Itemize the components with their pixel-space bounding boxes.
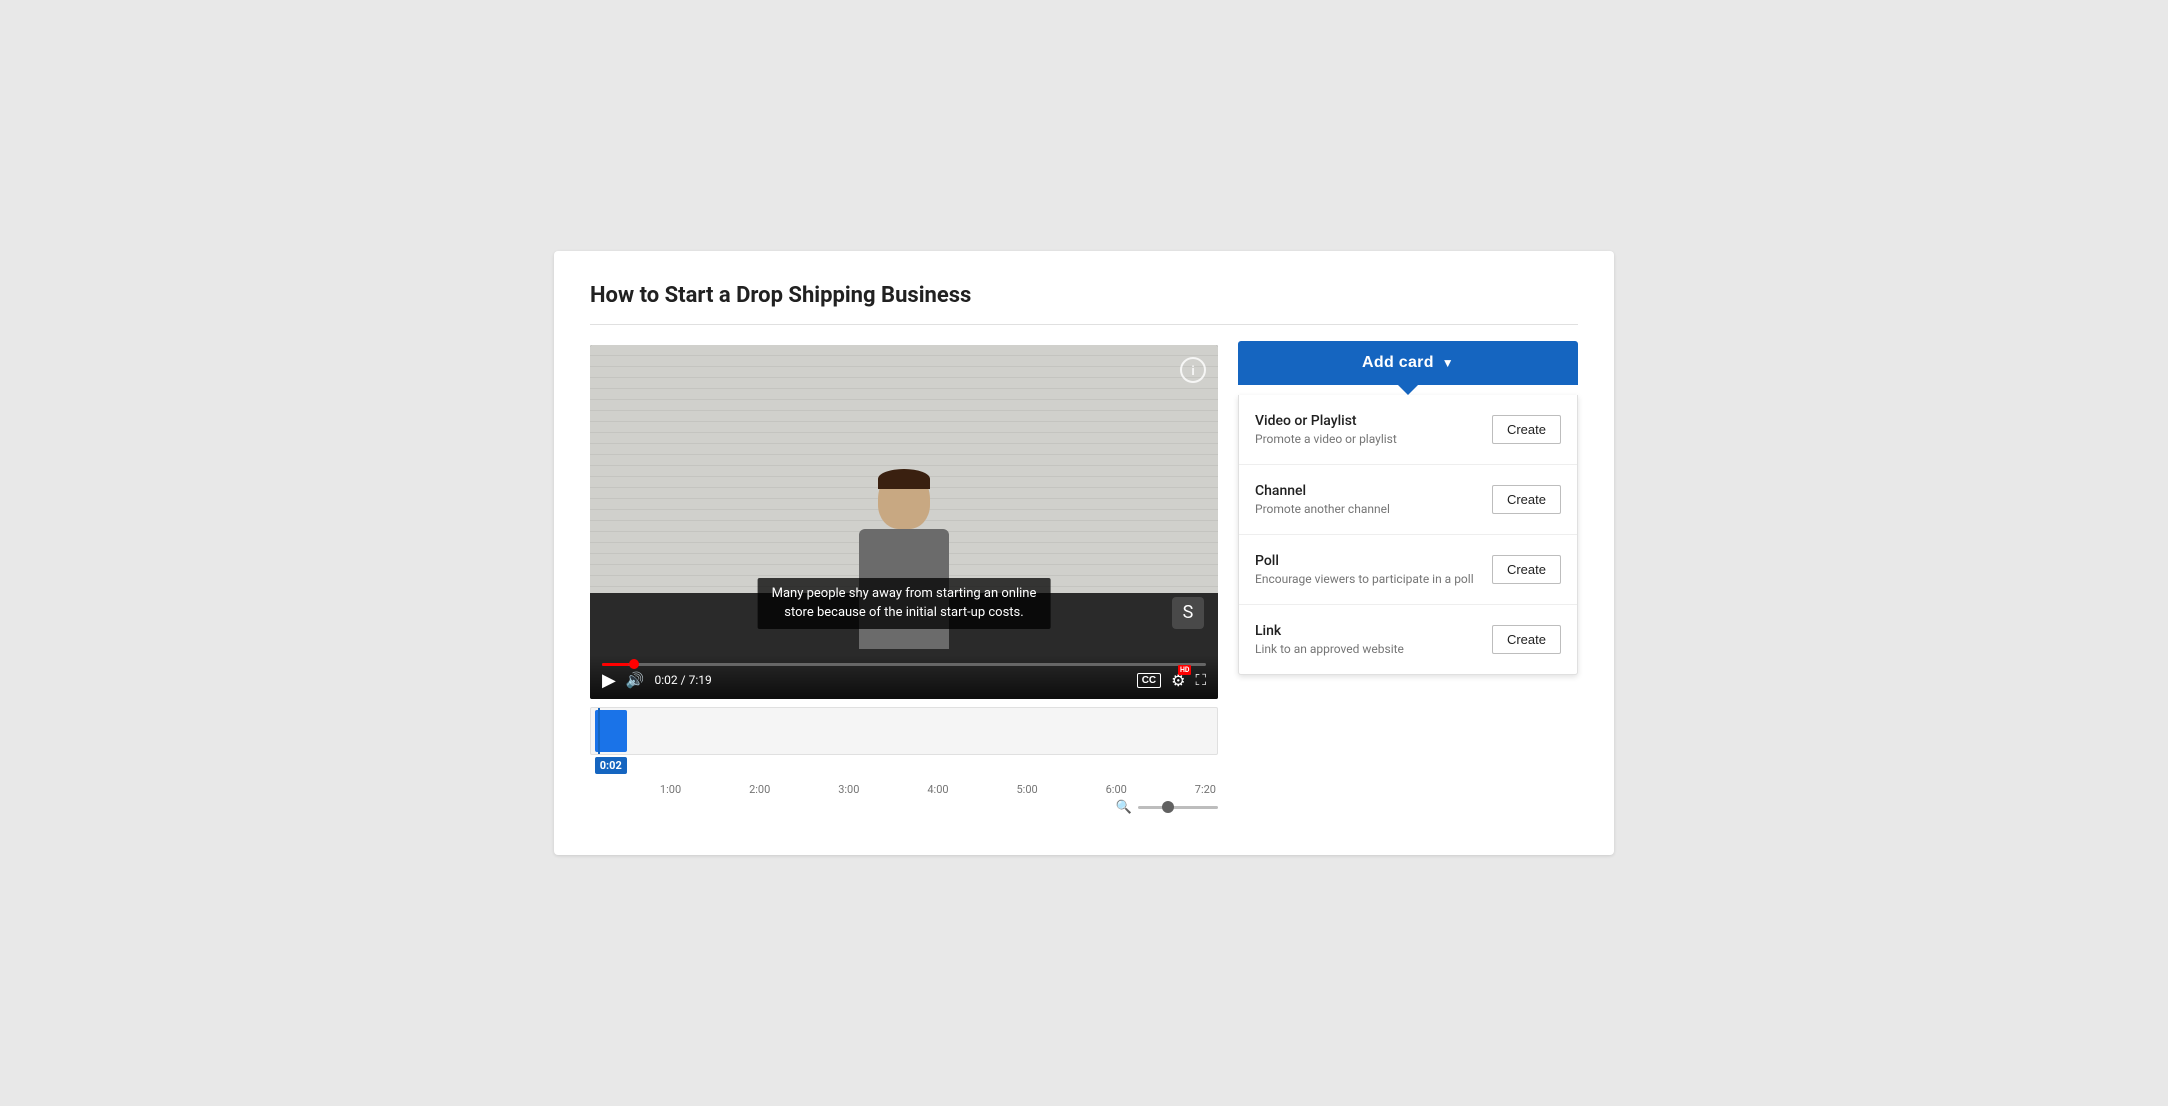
card-option-poll-text: Poll Encourage viewers to participate in… (1255, 553, 1474, 586)
settings-button[interactable]: ⚙ HD (1171, 671, 1185, 690)
card-option-poll[interactable]: Poll Encourage viewers to participate in… (1239, 535, 1577, 605)
video-time: 0:02 / 7:19 (655, 673, 712, 687)
controls-row: ▶ 🔊 0:02 / 7:19 CC ⚙ HD (602, 670, 1206, 691)
card-option-video-desc: Promote a video or playlist (1255, 432, 1397, 446)
shopify-logo: S (1172, 597, 1204, 629)
timeline-timestamp: 0:02 (595, 757, 627, 774)
label-1: 1:00 (660, 783, 681, 796)
label-2: 2:00 (749, 783, 770, 796)
dropdown-caret (1398, 385, 1418, 395)
zoom-slider[interactable] (1138, 806, 1218, 809)
video-controls: ▶ 🔊 0:02 / 7:19 CC ⚙ HD (590, 655, 1218, 699)
progress-fill (602, 663, 629, 666)
page-title: How to Start a Drop Shipping Business (590, 283, 1578, 308)
zoom-knob[interactable] (1162, 801, 1174, 813)
card-option-video-text: Video or Playlist Promote a video or pla… (1255, 413, 1397, 446)
time-separator: / (681, 673, 689, 687)
caption-line1: Many people shy away from starting an on… (772, 586, 1037, 601)
label-6: 6:00 (1106, 783, 1127, 796)
title-divider (590, 324, 1578, 325)
label-3: 3:00 (838, 783, 859, 796)
video-section: i S Many people shy away from starting a… (590, 345, 1218, 814)
caption-line2: store because of the initial start-up co… (784, 605, 1023, 620)
card-option-link-title: Link (1255, 623, 1404, 639)
label-4: 4:00 (927, 783, 948, 796)
time-current: 0:02 (655, 673, 678, 687)
hd-badge: HD (1178, 665, 1192, 675)
time-total: 7:19 (689, 673, 712, 687)
card-option-link-text: Link Link to an approved website (1255, 623, 1404, 656)
timeline-section: 0:02 1:00 2:00 3:00 4:00 5:00 6:00 7:20 … (590, 707, 1218, 815)
main-content: i S Many people shy away from starting a… (590, 345, 1578, 814)
dropdown-arrow-icon: ▼ (1442, 356, 1454, 370)
create-channel-button[interactable]: Create (1492, 485, 1561, 514)
timeline-bar[interactable]: 0:02 (590, 707, 1218, 755)
card-options-list: Video or Playlist Promote a video or pla… (1238, 395, 1578, 675)
card-option-link[interactable]: Link Link to an approved website Create (1239, 605, 1577, 674)
play-button[interactable]: ▶ (602, 670, 616, 691)
main-container: How to Start a Drop Shipping Business i … (554, 251, 1614, 854)
card-option-channel-title: Channel (1255, 483, 1390, 499)
card-option-channel[interactable]: Channel Promote another channel Create (1239, 465, 1577, 535)
person-hair (878, 469, 930, 489)
label-5: 5:00 (1016, 783, 1037, 796)
progress-bar[interactable] (602, 663, 1206, 666)
card-option-video-playlist[interactable]: Video or Playlist Promote a video or pla… (1239, 395, 1577, 465)
progress-dot (629, 659, 639, 669)
card-option-channel-desc: Promote another channel (1255, 502, 1390, 516)
dropdown-panel: Add card ▼ Video or Playlist Promote a v… (1238, 341, 1578, 675)
zoom-icon: 🔍 (1116, 800, 1132, 815)
controls-right: CC ⚙ HD ⛶ (1137, 671, 1206, 690)
add-card-label: Add card (1362, 354, 1434, 372)
card-option-poll-desc: Encourage viewers to participate in a po… (1255, 572, 1474, 586)
video-player[interactable]: i S Many people shy away from starting a… (590, 345, 1218, 698)
card-option-poll-title: Poll (1255, 553, 1474, 569)
timeline-labels: 1:00 2:00 3:00 4:00 5:00 6:00 7:20 (590, 783, 1218, 796)
volume-button[interactable]: 🔊 (626, 671, 645, 689)
card-option-channel-text: Channel Promote another channel (1255, 483, 1390, 516)
create-link-button[interactable]: Create (1492, 625, 1561, 654)
cc-button[interactable]: CC (1137, 673, 1161, 688)
timeline-playhead (598, 708, 600, 754)
card-option-link-desc: Link to an approved website (1255, 642, 1404, 656)
timeline-zoom: 🔍 (590, 800, 1218, 815)
video-caption: Many people shy away from starting an on… (758, 578, 1051, 629)
create-video-playlist-button[interactable]: Create (1492, 415, 1561, 444)
add-card-button[interactable]: Add card ▼ (1238, 341, 1578, 385)
label-7: 7:20 (1195, 783, 1216, 796)
fullscreen-button[interactable]: ⛶ (1195, 672, 1206, 689)
create-poll-button[interactable]: Create (1492, 555, 1561, 584)
card-option-video-title: Video or Playlist (1255, 413, 1397, 429)
person-head (878, 469, 930, 529)
